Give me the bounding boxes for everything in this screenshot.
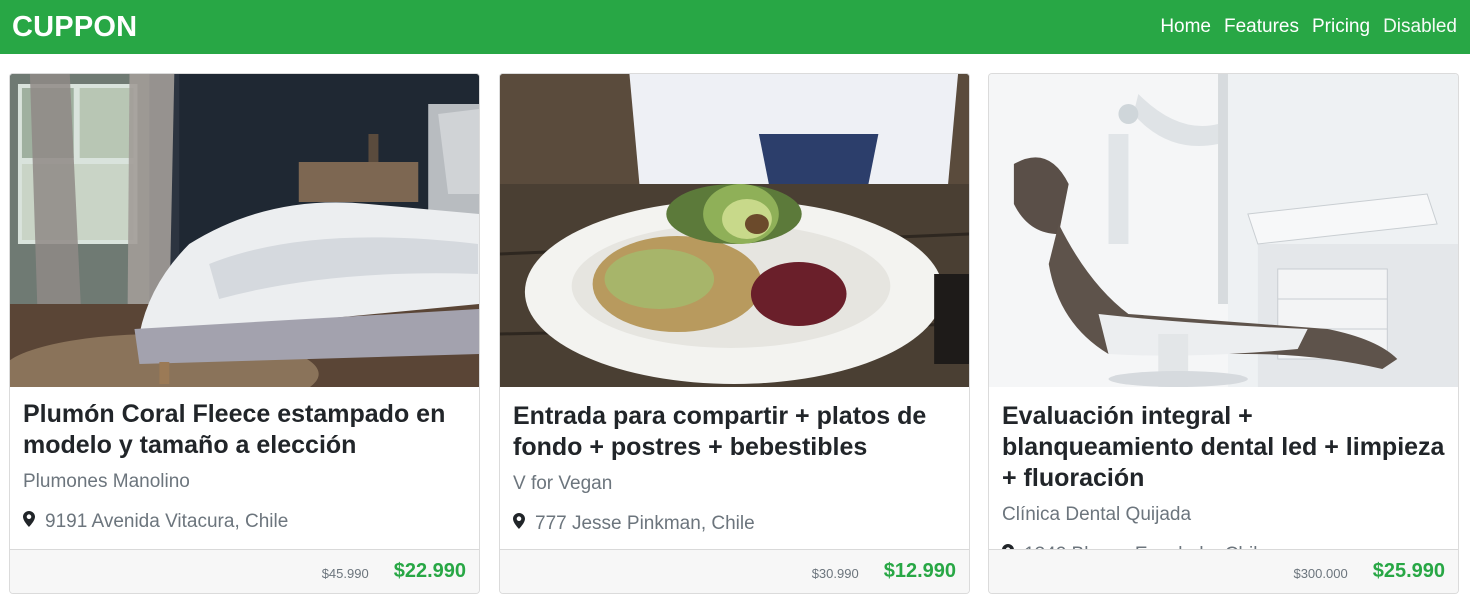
new-price: $12.990: [883, 560, 956, 582]
new-price: $25.990: [1372, 560, 1445, 582]
address-text: 777 Jesse Pinkman, Chile: [535, 513, 755, 534]
merchant-name: Clínica Dental Quijada: [1002, 504, 1192, 525]
deal-card[interactable]: Entrada para compartir + platos de fondo…: [499, 73, 970, 594]
old-price: $30.990: [811, 566, 859, 581]
deal-title[interactable]: Plumón Coral Fleece estampado en modelo …: [23, 399, 467, 461]
navbar: CUPPON Home Features Pricing Disabled: [0, 0, 1470, 54]
deal-card[interactable]: Evaluación integral + blanqueamiento den…: [988, 73, 1459, 594]
address-row: 9191 Avenida Vitacura, Chile: [23, 511, 467, 533]
vegan-salad-photo[interactable]: [500, 74, 969, 387]
merchant-name: Plumones Manolino: [23, 471, 190, 492]
nav-home[interactable]: Home: [1160, 16, 1211, 38]
nav-links: Home Features Pricing Disabled: [1147, 16, 1457, 38]
card-footer: $45.990 $22.990: [10, 549, 479, 593]
map-pin-icon: [23, 511, 35, 527]
nav-features[interactable]: Features: [1224, 16, 1299, 38]
dental-chair-photo[interactable]: [989, 74, 1458, 387]
map-pin-icon: [513, 513, 525, 529]
address-text: 9191 Avenida Vitacura, Chile: [45, 511, 289, 532]
card-footer: $300.000 $25.990: [989, 549, 1458, 593]
old-price: $300.000: [1293, 566, 1348, 581]
deal-title[interactable]: Entrada para compartir + platos de fondo…: [513, 401, 957, 463]
brand-logo[interactable]: CUPPON: [12, 11, 137, 44]
merchant-name: V for Vegan: [513, 473, 613, 494]
new-price: $22.990: [393, 560, 466, 582]
deal-title[interactable]: Evaluación integral + blanqueamiento den…: [1002, 401, 1446, 494]
old-price: $45.990: [321, 566, 369, 581]
nav-pricing[interactable]: Pricing: [1312, 16, 1370, 38]
card-footer: $30.990 $12.990: [500, 549, 969, 593]
deal-card[interactable]: Plumón Coral Fleece estampado en modelo …: [9, 73, 480, 594]
bed-photo[interactable]: [10, 74, 479, 387]
nav-disabled: Disabled: [1383, 16, 1457, 37]
address-row: 777 Jesse Pinkman, Chile: [513, 513, 957, 535]
